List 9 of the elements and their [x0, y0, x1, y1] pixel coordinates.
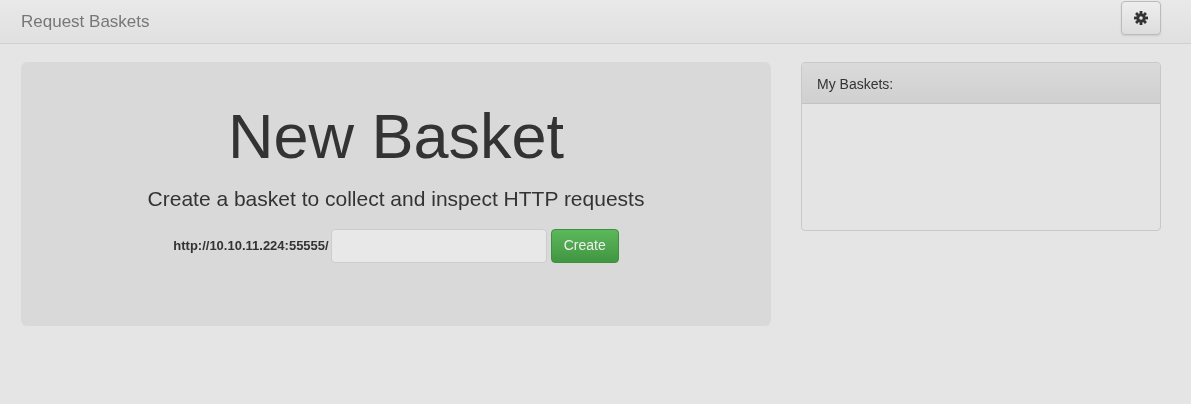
subtitle: Create a basket to collect and inspect HTTP requests	[146, 186, 646, 213]
panel-title: My Baskets:	[802, 63, 1160, 104]
create-button[interactable]: Create	[550, 228, 619, 263]
settings-button[interactable]	[1121, 0, 1161, 35]
basket-name-field[interactable]	[330, 228, 547, 263]
url-prefix: http://10.10.11.224:55555/	[173, 237, 329, 256]
settings-icon	[1134, 10, 1148, 25]
app-title[interactable]: Request Baskets	[21, 8, 150, 35]
page-heading: New Basket	[226, 102, 566, 172]
